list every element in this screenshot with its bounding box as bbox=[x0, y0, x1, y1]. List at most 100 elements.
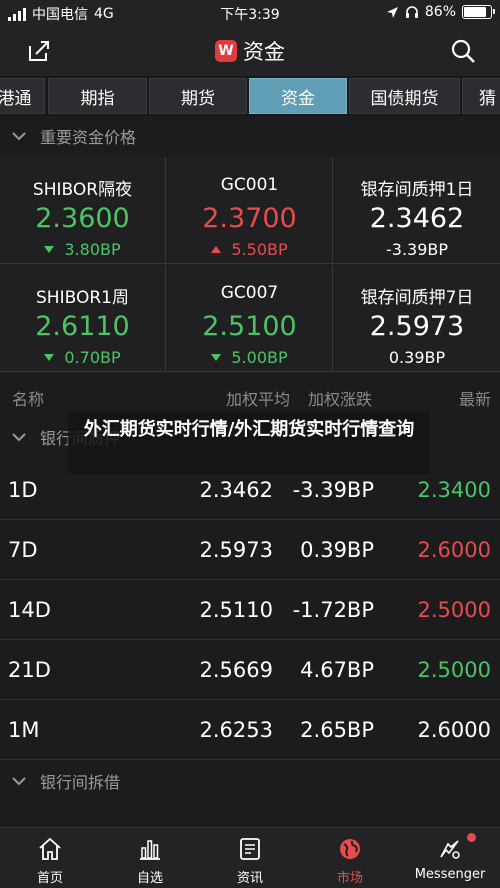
rate-change: 3.80BP bbox=[64, 240, 121, 259]
column-header-name[interactable]: 名称 bbox=[12, 386, 44, 410]
row-latest: 2.5000 bbox=[417, 658, 491, 682]
bottom-tab-label: 自选 bbox=[136, 871, 163, 886]
row-latest: 2.3400 bbox=[417, 478, 491, 502]
bottom-tab-home[interactable]: 首页 bbox=[0, 828, 100, 888]
rate-card-gc001[interactable]: GC001 2.3700 5.50BP bbox=[167, 157, 333, 264]
rate-card-pledge-1d[interactable]: 银存间质押1日 2.3462 -3.39BP bbox=[334, 157, 500, 264]
table-row[interactable]: 14D 2.5110 -1.72BP 2.5000 bbox=[0, 580, 500, 640]
headphones-icon bbox=[405, 6, 418, 18]
battery-percent: 86% bbox=[424, 4, 456, 20]
tab-qihuo[interactable]: 期货 bbox=[149, 78, 247, 114]
bottom-tab-bar: 首页 自选 资讯 市场 Messenger bbox=[0, 827, 500, 888]
row-avg: 2.3462 bbox=[199, 478, 273, 502]
section-title: 重要资金价格 bbox=[40, 128, 137, 147]
market-tabs: 港通 期指 期货 资金 国债期货 猜 bbox=[0, 76, 500, 116]
nav-bar: W 资金 bbox=[0, 26, 500, 76]
messenger-icon bbox=[440, 840, 460, 859]
row-change: 4.67BP bbox=[300, 658, 374, 682]
bottom-tab-market[interactable]: 市场 bbox=[300, 828, 400, 888]
rate-grid: SHIBOR隔夜 2.3600 3.80BP GC001 2.3700 5.50… bbox=[0, 157, 500, 373]
chevron-down-icon bbox=[12, 132, 26, 141]
rate-change: 0.39BP bbox=[388, 348, 446, 367]
rate-value: 2.6110 bbox=[35, 311, 130, 342]
bottom-tab-news[interactable]: 资讯 bbox=[200, 828, 300, 888]
row-latest: 2.6000 bbox=[417, 538, 491, 562]
row-change: -1.72BP bbox=[292, 598, 374, 622]
app-logo: W bbox=[215, 40, 237, 62]
bottom-tab-label: 资讯 bbox=[236, 871, 263, 886]
bottom-tab-label: Messenger bbox=[414, 867, 486, 882]
column-header-change[interactable]: 加权涨跌 bbox=[308, 386, 372, 410]
page-title-text: 资金 bbox=[243, 40, 285, 64]
tab-label: 港通 bbox=[0, 88, 32, 109]
news-icon bbox=[240, 838, 260, 860]
row-term: 1M bbox=[8, 718, 40, 742]
up-arrow-icon bbox=[211, 246, 222, 253]
down-arrow-icon bbox=[211, 354, 222, 361]
rate-name: SHIBOR隔夜 bbox=[32, 180, 133, 200]
table-row[interactable]: 1M 2.6253 2.65BP 2.6000 bbox=[0, 700, 500, 760]
row-change: 2.65BP bbox=[300, 718, 374, 742]
rate-card-pledge-7d[interactable]: 银存间质押7日 2.5973 0.39BP bbox=[334, 265, 500, 372]
home-icon bbox=[39, 837, 61, 860]
title-overlay: 外汇期货实时行情/外汇期货实时行情查询 bbox=[68, 412, 430, 474]
row-avg: 2.6253 bbox=[199, 718, 273, 742]
rate-change: 0.70BP bbox=[64, 348, 121, 367]
table-row[interactable]: 21D 2.5669 4.67BP 2.5000 bbox=[0, 640, 500, 700]
rate-value: 2.3600 bbox=[35, 203, 130, 234]
rate-name: 银存间质押7日 bbox=[360, 288, 474, 308]
rate-value: 2.3462 bbox=[369, 203, 465, 234]
notification-badge bbox=[467, 833, 476, 842]
chart-bars-icon bbox=[140, 840, 160, 860]
section-header-rates[interactable]: 重要资金价格 bbox=[0, 117, 500, 155]
section-header-lending[interactable]: 银行间拆借 bbox=[0, 762, 500, 800]
battery-icon bbox=[462, 5, 495, 19]
chevron-down-icon bbox=[12, 433, 26, 442]
tab-label: 期货 bbox=[181, 88, 215, 109]
row-term: 7D bbox=[8, 538, 38, 562]
row-avg: 2.5973 bbox=[199, 538, 273, 562]
tab-ganggu[interactable]: 港通 bbox=[0, 78, 45, 114]
row-change: 0.39BP bbox=[300, 538, 374, 562]
clock: 下午3:39 bbox=[220, 7, 280, 23]
overlay-text: 外汇期货实时行情/外汇期货实时行情查询 bbox=[83, 419, 415, 440]
rate-change: 5.00BP bbox=[231, 348, 288, 367]
table-row[interactable]: 7D 2.5973 0.39BP 2.6000 bbox=[0, 520, 500, 580]
rate-card-gc007[interactable]: GC007 2.5100 5.00BP bbox=[167, 265, 333, 372]
rate-value: 2.3700 bbox=[202, 203, 297, 234]
section-title: 银行间拆借 bbox=[40, 773, 121, 792]
rate-name: 银存间质押1日 bbox=[360, 180, 474, 200]
tab-qizhi[interactable]: 期指 bbox=[48, 78, 147, 114]
down-arrow-icon bbox=[44, 246, 55, 253]
tab-more[interactable]: 猜 bbox=[462, 78, 500, 114]
tab-label: 期指 bbox=[80, 88, 115, 109]
bottom-tab-watchlist[interactable]: 自选 bbox=[100, 828, 200, 888]
bottom-tab-messenger[interactable]: Messenger bbox=[400, 828, 500, 888]
column-header-avg[interactable]: 加权平均 bbox=[226, 386, 290, 410]
tab-label: 猜 bbox=[479, 88, 496, 109]
column-header-latest[interactable]: 最新 bbox=[459, 386, 491, 410]
tab-label: 资金 bbox=[281, 88, 315, 109]
rate-value: 2.5100 bbox=[202, 311, 297, 342]
rate-card-shibor-overnight[interactable]: SHIBOR隔夜 2.3600 3.80BP bbox=[0, 157, 166, 264]
rate-change: -3.39BP bbox=[385, 240, 449, 259]
location-icon bbox=[386, 6, 398, 18]
rate-card-shibor-1w[interactable]: SHIBOR1周 2.6110 0.70BP bbox=[0, 265, 166, 372]
globe-icon bbox=[340, 839, 360, 859]
rate-name: GC007 bbox=[220, 283, 279, 303]
table-header: 名称 加权平均 加权涨跌 最新 bbox=[0, 376, 500, 414]
down-arrow-icon bbox=[44, 354, 55, 361]
page-title: W 资金 bbox=[0, 36, 500, 66]
tab-zijin[interactable]: 资金 bbox=[249, 78, 347, 114]
row-avg: 2.5110 bbox=[199, 598, 273, 622]
row-term: 1D bbox=[8, 478, 38, 502]
row-term: 21D bbox=[8, 658, 51, 682]
tab-guozhai-qihuo[interactable]: 国债期货 bbox=[349, 78, 460, 114]
rate-name: SHIBOR1周 bbox=[36, 288, 129, 308]
rate-name: GC001 bbox=[220, 175, 279, 195]
status-bar: 中国电信 4G 下午3:39 86% bbox=[0, 0, 500, 26]
search-icon[interactable] bbox=[450, 38, 476, 64]
bottom-tab-label: 市场 bbox=[336, 871, 363, 886]
chevron-down-icon bbox=[12, 777, 26, 786]
row-change: -3.39BP bbox=[292, 478, 374, 502]
